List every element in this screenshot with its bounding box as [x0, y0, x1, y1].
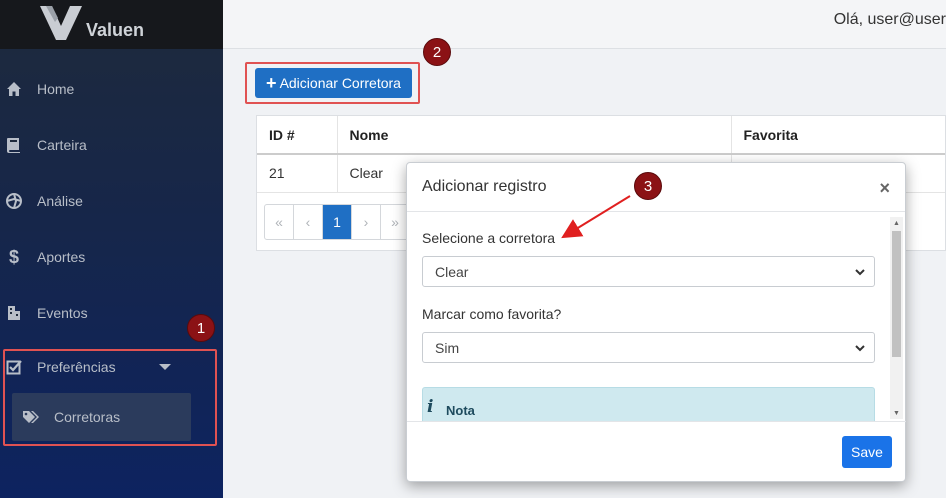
annotation-highlight-sidebar — [3, 349, 217, 446]
annotation-badge-1: 1 — [187, 314, 215, 342]
table-header-row: ID # Nome Favorita — [257, 116, 945, 155]
sidebar-item-label: Eventos — [37, 305, 88, 321]
annotation-badge-3: 3 — [634, 172, 662, 200]
annotation-highlight-add-button — [245, 62, 420, 104]
scrollbar-thumb[interactable] — [892, 231, 901, 357]
column-header-nome[interactable]: Nome — [336, 116, 731, 155]
modal-scrollbar[interactable]: ▲ ▼ — [890, 217, 903, 419]
modal-footer: Save — [407, 421, 906, 482]
page-current-button[interactable]: 1 — [323, 205, 352, 239]
save-button[interactable]: Save — [842, 436, 892, 468]
book-icon — [5, 136, 23, 154]
sidebar-item-label: Análise — [37, 193, 83, 209]
add-record-modal: Adicionar registro × Selecione a correto… — [406, 162, 906, 482]
column-header-id[interactable]: ID # — [257, 116, 337, 155]
chevron-down-icon — [855, 345, 865, 352]
pagination: « ‹ 1 › » — [264, 204, 411, 240]
sidebar-item-label: Carteira — [37, 137, 87, 153]
page-prev-button[interactable]: ‹ — [294, 205, 323, 239]
favorite-select-label: Marcar como favorita? — [422, 306, 562, 322]
home-icon — [5, 80, 23, 98]
note-box — [422, 387, 875, 421]
broker-select-value: Clear — [435, 263, 469, 280]
close-icon[interactable]: × — [879, 178, 890, 199]
topbar: Olá, user@user — [223, 0, 946, 49]
modal-title: Adicionar registro — [422, 178, 547, 195]
column-header-favorita[interactable]: Favorita — [730, 116, 945, 155]
dollar-icon: $ — [8, 246, 19, 267]
favorite-select-value: Sim — [435, 339, 460, 356]
sidebar-item-carteira[interactable]: Carteira — [0, 130, 223, 160]
note-title: Nota — [446, 403, 475, 418]
favorite-select[interactable]: Sim — [422, 332, 875, 363]
cell-id: 21 — [257, 154, 337, 193]
brand-logo[interactable]: Valuen — [0, 0, 223, 49]
broker-select-label: Selecione a corretora — [422, 230, 556, 246]
page-next-button[interactable]: › — [352, 205, 381, 239]
sidebar-item-aportes[interactable]: $ Aportes — [0, 242, 223, 272]
sidebar-item-label: Aportes — [37, 249, 86, 265]
brand-name: Valuen — [86, 20, 145, 40]
scroll-down-arrow-icon[interactable]: ▼ — [890, 407, 903, 419]
valuen-logo-icon — [40, 5, 82, 40]
annotation-badge-2: 2 — [423, 38, 451, 66]
chevron-down-icon — [855, 269, 865, 276]
modal-body: Selecione a corretora Clear Marcar como … — [407, 213, 906, 421]
page-first-button[interactable]: « — [265, 205, 294, 239]
building-icon — [5, 304, 23, 322]
aperture-icon — [5, 192, 23, 210]
info-icon: i — [427, 397, 434, 417]
user-greeting[interactable]: Olá, user@user — [834, 11, 946, 29]
broker-select[interactable]: Clear — [422, 256, 875, 287]
sidebar-item-label: Home — [37, 81, 75, 97]
sidebar-item-analise[interactable]: Análise — [0, 186, 223, 216]
scroll-up-arrow-icon[interactable]: ▲ — [890, 217, 903, 229]
sidebar-item-home[interactable]: Home — [0, 74, 223, 104]
